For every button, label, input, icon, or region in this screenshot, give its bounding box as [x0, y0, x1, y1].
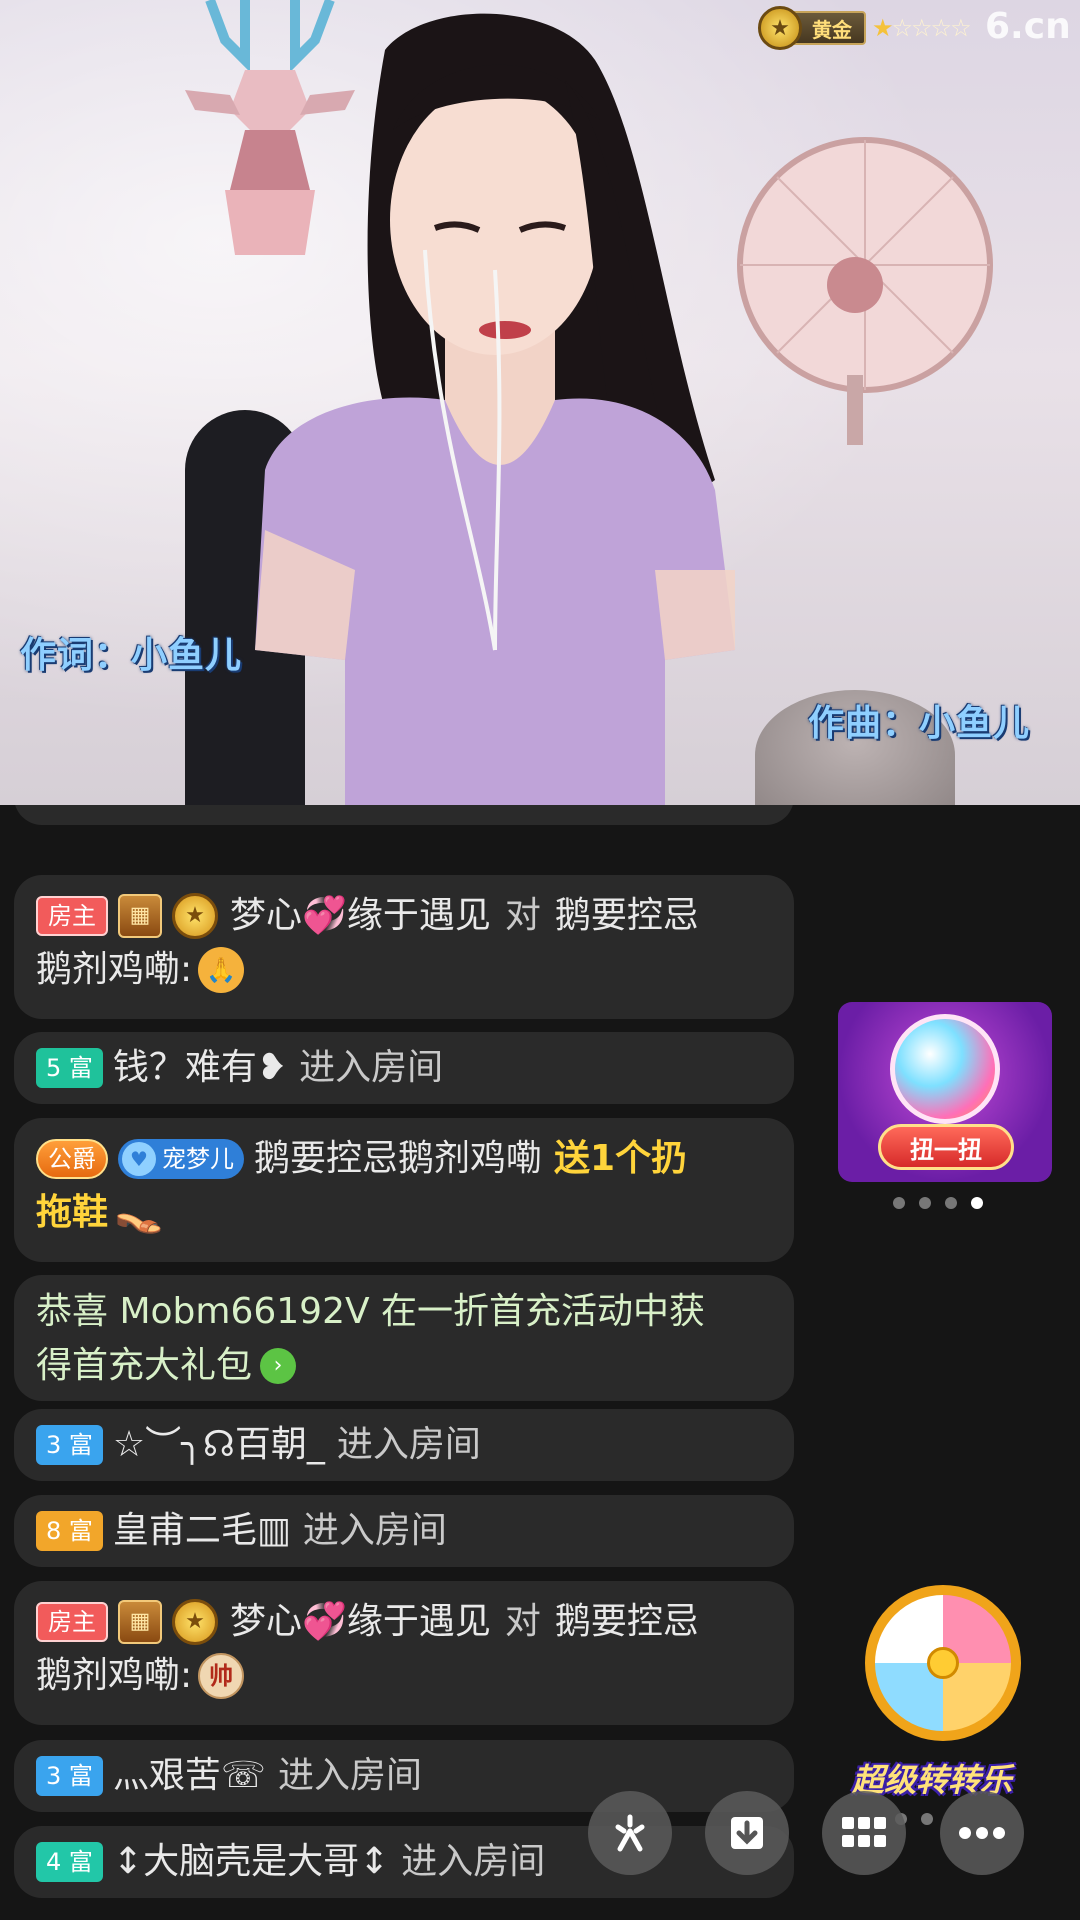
chat-target-user[interactable]: 鹅要控忌	[555, 889, 699, 943]
download-icon	[731, 1817, 763, 1849]
chat-panel[interactable]: 房主 ▦ ★ 梦心💞缘于遇见 对 鹅要控忌 鹅剂鸡嘞: 🙏 5 富 钱？难有❥ …	[0, 805, 1080, 1920]
chat-username[interactable]: 鹅要控忌鹅剂鸡嘞	[254, 1132, 542, 1186]
star-filled-icon: ★	[872, 14, 893, 42]
rank-stars: ★☆☆☆☆	[872, 14, 972, 42]
download-button[interactable]	[705, 1791, 789, 1875]
gacha-promo-card[interactable]: 扭一扭	[838, 1002, 1052, 1182]
share-icon	[615, 1814, 645, 1852]
chat-message[interactable]: 8 富 皇甫二毛▥ 进入房间	[14, 1495, 794, 1567]
chat-message[interactable]: 4 富 ↕大脑壳是大哥↕ 进入房间	[14, 1826, 794, 1898]
chat-message[interactable]: 房主 ▦ ★ 梦心💞缘于遇见 对 鹅要控忌 鹅剂鸡嘞: 🙏	[14, 875, 794, 1019]
chat-target-user-cont: 鹅剂鸡嘞:	[36, 1655, 193, 1696]
enter-room-text: 进入房间	[302, 1510, 447, 1551]
chat-username[interactable]: 皇甫二毛▥	[113, 1504, 291, 1558]
chat-message[interactable]: 3 富 ☆︶╮☊百朝_ 进入房间	[14, 1409, 794, 1481]
pet-heart-icon: ♥	[122, 1142, 156, 1176]
pet-tag: ♥ 宠梦儿	[118, 1139, 244, 1179]
gacha-machine-icon	[890, 1014, 1000, 1124]
grid-icon	[842, 1817, 886, 1847]
streamer-rank-badge[interactable]: ★ 黄金 ★☆☆☆☆	[758, 6, 972, 50]
chat-target-user[interactable]: 鹅要控忌	[555, 1595, 699, 1649]
star-empty-icon: ☆☆☆☆	[891, 14, 972, 42]
streamer	[255, 13, 735, 805]
chevron-right-icon[interactable]: ›	[260, 1348, 297, 1384]
gift-text: 送1个扔	[554, 1138, 688, 1179]
chat-username[interactable]: 钱？难有❥	[113, 1041, 287, 1095]
chat-message[interactable]: 房主 ▦ ★ 梦心💞缘于遇见 对 鹅要控忌 鹅剂鸡嘞: 帅	[14, 1581, 794, 1725]
system-text-line2: 得首充大礼包	[36, 1345, 253, 1386]
gacha-button[interactable]: 扭一扭	[878, 1124, 1014, 1170]
slipper-gift-icon: 👡	[114, 1190, 164, 1236]
host-tag: 房主	[36, 896, 108, 936]
chat-to-word: 对	[504, 895, 541, 936]
treasure-box-icon: ▦	[118, 1600, 162, 1644]
chat-username[interactable]: 梦心💞缘于遇见	[230, 889, 491, 943]
promo-carousel-dots[interactable]	[893, 1197, 983, 1209]
enter-room-text: 进入房间	[336, 1424, 481, 1465]
chat-message[interactable]: 公爵 ♥ 宠梦儿 鹅要控忌鹅剂鸡嘞 送1个扔 拖鞋 👡	[14, 1118, 794, 1262]
lyric-credit-right: 作曲：小鱼儿	[808, 703, 1031, 744]
system-message[interactable]: 恭喜 Mobm66192V 在一折首充活动中获 得首充大礼包 ›	[14, 1275, 794, 1401]
lucky-wheel-icon[interactable]	[865, 1585, 1021, 1741]
live-video[interactable]: 作词：小鱼儿 作曲：小鱼儿 ★ 黄金 ★☆☆☆☆ 6.cn	[0, 0, 1080, 805]
carousel-dot[interactable]	[919, 1197, 931, 1209]
enter-room-text: 进入房间	[299, 1047, 444, 1088]
carousel-dot[interactable]	[945, 1197, 957, 1209]
pet-tag-label: 宠梦儿	[162, 1145, 234, 1173]
chat-username[interactable]: ↕大脑壳是大哥↕	[113, 1835, 389, 1889]
chat-target-user-cont: 鹅剂鸡嘞:	[36, 949, 193, 990]
lyric-credit-left: 作词：小鱼儿	[20, 635, 243, 676]
enter-room-text: 进入房间	[401, 1841, 546, 1882]
chess-piece-emoji-icon: 帅	[198, 1653, 245, 1699]
chat-message-partial	[14, 805, 794, 825]
site-watermark: 6.cn	[985, 6, 1071, 47]
system-text-line1: 恭喜 Mobm66192V 在一折首充活动中获	[36, 1291, 706, 1332]
share-button[interactable]	[588, 1791, 672, 1875]
host-tag: 房主	[36, 1602, 108, 1642]
apps-grid-button[interactable]	[822, 1791, 906, 1875]
chat-to-word: 对	[504, 1601, 541, 1642]
rank-medal-icon: ★	[758, 6, 802, 50]
rich-level-tag: 5 富	[36, 1048, 103, 1088]
more-button[interactable]	[940, 1791, 1024, 1875]
chat-message[interactable]: 3 富 灬艰苦☏ 进入房间	[14, 1740, 794, 1812]
duke-tag: 公爵	[36, 1139, 108, 1179]
carousel-dot[interactable]	[893, 1197, 905, 1209]
treasure-box-icon: ▦	[118, 894, 162, 938]
chat-username[interactable]: 梦心💞缘于遇见	[230, 1595, 491, 1649]
chat-username[interactable]: ☆︶╮☊百朝_	[113, 1418, 325, 1472]
rich-level-tag: 3 富	[36, 1756, 103, 1796]
gift-text-cont: 拖鞋	[36, 1192, 109, 1233]
rich-level-tag: 3 富	[36, 1425, 103, 1465]
chat-username[interactable]: 灬艰苦☏	[113, 1749, 266, 1803]
vip-crown-icon: ★	[172, 893, 218, 939]
pray-emoji-icon: 🙏	[198, 947, 245, 993]
rich-level-tag: 8 富	[36, 1511, 103, 1551]
enter-room-text: 进入房间	[277, 1755, 422, 1796]
more-icon	[959, 1827, 1005, 1839]
vip-crown-icon: ★	[172, 1599, 218, 1645]
rich-level-tag: 4 富	[36, 1842, 103, 1882]
chat-message[interactable]: 5 富 钱？难有❥ 进入房间	[14, 1032, 794, 1104]
carousel-dot-active[interactable]	[971, 1197, 983, 1209]
wheel-center	[927, 1647, 959, 1679]
carousel-dot[interactable]	[921, 1813, 933, 1825]
